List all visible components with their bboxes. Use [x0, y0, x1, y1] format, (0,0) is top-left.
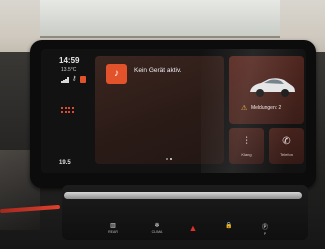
- window-frame: [40, 0, 280, 38]
- media-source-icon[interactable]: ♪: [106, 64, 127, 84]
- sound-label: Klang: [241, 152, 252, 157]
- vehicle-status-tile[interactable]: ⚠ Meldungen: 2: [229, 56, 304, 124]
- phone-icon: ✆: [282, 136, 291, 147]
- car-dashboard-photo: 14:59 13.5°C ⚷ 19.5 ♪ Kein Gerät aktiv.: [0, 0, 325, 249]
- clock: 14:59: [59, 56, 80, 65]
- phone-tile[interactable]: ✆ Telefon: [269, 128, 304, 164]
- infotainment-screen: 14:59 13.5°C ⚷ 19.5 ♪ Kein Gerät aktiv.: [41, 49, 306, 173]
- notification-indicator: [80, 76, 86, 83]
- media-status-text: Kein Gerät aktiv.: [134, 67, 182, 74]
- climate-label: CLIMA: [151, 230, 163, 234]
- warning-triangle-icon: ⚠: [241, 105, 248, 112]
- key-icon: ⚷: [72, 76, 77, 82]
- status-bar: 14:59 13.5°C ⚷: [45, 56, 86, 96]
- app-grid-icon[interactable]: [61, 107, 74, 114]
- outside-temperature: 13.5°C: [61, 67, 77, 73]
- console-button-row: ▥ REAR ❄ CLIMA ▲ 🔒 Ⓟ P: [105, 222, 275, 240]
- equalizer-icon: ⫶: [245, 136, 248, 147]
- sound-tile[interactable]: ⫶ Klang: [229, 128, 264, 164]
- notifications-label: Meldungen: 2: [251, 105, 282, 111]
- signal-bars-icon: [61, 77, 69, 83]
- climate-button[interactable]: ❄ CLIMA: [149, 222, 165, 238]
- lock-button[interactable]: 🔒: [221, 222, 237, 238]
- media-tile[interactable]: ♪ Kein Gerät aktiv.: [95, 56, 224, 164]
- rear-defrost-label: REAR: [108, 230, 118, 234]
- hazard-button[interactable]: ▲: [185, 222, 201, 238]
- park-label: P: [263, 232, 267, 236]
- park-button[interactable]: Ⓟ P: [257, 222, 273, 238]
- phone-label: Telefon: [280, 152, 293, 157]
- rear-defrost-button[interactable]: ▥ REAR: [105, 222, 121, 238]
- climate-slider-bar[interactable]: [64, 192, 302, 199]
- climate-temperature[interactable]: 19.5: [59, 160, 71, 166]
- page-indicator: [160, 158, 180, 161]
- car-illustration: [250, 78, 295, 97]
